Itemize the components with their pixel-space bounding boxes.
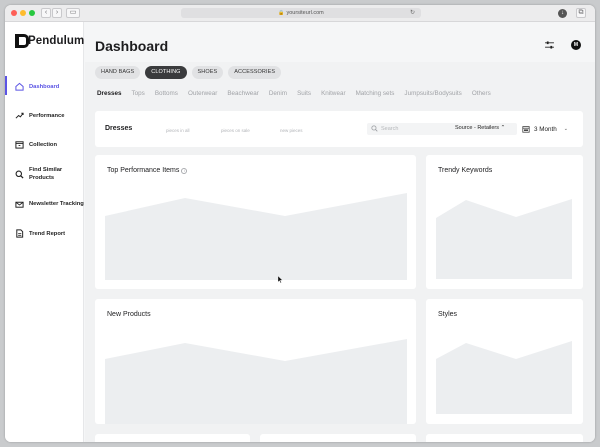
tab-accessories[interactable]: ACCESSORIES <box>228 66 282 79</box>
browser-toolbar: ‹ › ▭ 🔒 yoursiteurl.com ↻ ↓ ⧉ <box>5 5 595 22</box>
sidebar-item-label: Performance <box>29 112 65 119</box>
tab-suits[interactable]: Suits <box>297 90 311 97</box>
info-icon[interactable]: i <box>181 168 188 174</box>
lock-icon: 🔒 <box>278 10 285 16</box>
range-label: 3 Month <box>534 125 557 133</box>
tab-beachwear[interactable]: Beachwear <box>227 90 259 97</box>
summary-bar: Dresses pieces in all pieces on sale new… <box>95 111 583 147</box>
app-logo[interactable]: Pendulum <box>15 34 84 48</box>
source-label: Source - Retailers <box>455 125 500 131</box>
url-text: yoursiteurl.com <box>286 10 324 16</box>
sidebar-item-newsletter-tracking[interactable]: Newsletter Tracking <box>5 189 84 219</box>
mouse-cursor-icon <box>278 276 283 283</box>
document-icon <box>15 229 24 238</box>
tab-clothing[interactable]: CLOTHING <box>145 66 187 79</box>
tab-dresses[interactable]: Dresses <box>97 90 122 97</box>
tab-others[interactable]: Others <box>472 90 491 97</box>
sidebar-item-label: Trend Report <box>29 230 66 237</box>
card-partial <box>95 434 250 442</box>
tab-bottoms[interactable]: Bottoms <box>155 90 178 97</box>
search-icon <box>15 170 24 179</box>
sidebar-nav: Dashboard Performance Collection Find Si… <box>5 72 84 248</box>
new-products-card: New Products <box>95 299 416 424</box>
card-title: Styles <box>438 311 458 318</box>
category-tabs: HAND BAGS CLOTHING SHOES ACCESSORIES <box>95 66 282 79</box>
reload-icon[interactable]: ↻ <box>410 8 415 18</box>
stat-pieces-on-sale: pieces on sale <box>221 128 250 133</box>
tab-shoes[interactable]: SHOES <box>191 66 224 79</box>
top-performance-placeholder-chart <box>105 193 407 280</box>
tab-outerwear[interactable]: Outerwear <box>188 90 217 97</box>
sidebar-item-dashboard[interactable]: Dashboard <box>5 72 84 101</box>
search-input[interactable] <box>381 124 441 134</box>
styles-card: Styles <box>426 299 583 424</box>
subcategory-tabs: Dresses Tops Bottoms Outerwear Beachwear… <box>97 90 501 97</box>
app-name: Pendulum <box>28 35 85 47</box>
address-bar[interactable]: 🔒 yoursiteurl.com ↻ <box>181 8 421 18</box>
card-title: New Products <box>107 311 151 318</box>
tab-denim[interactable]: Denim <box>269 90 287 97</box>
home-icon <box>15 82 24 91</box>
forward-button[interactable]: › <box>52 8 62 18</box>
trendy-keywords-placeholder-chart <box>436 199 572 279</box>
trendy-keywords-card: Trendy Keywords <box>426 155 583 289</box>
sidebar-item-label: Dashboard <box>29 83 60 90</box>
stat-new-pieces: new pieces <box>280 128 303 133</box>
tab-hand-bags[interactable]: HAND BAGS <box>95 66 141 79</box>
sidebar-item-find-similar-products[interactable]: Find Similar Products <box>5 159 84 189</box>
stat-pieces-in-all: pieces in all <box>166 128 190 133</box>
sidebar: Pendulum Dashboard Performance Collectio… <box>5 22 84 442</box>
browser-window: ‹ › ▭ 🔒 yoursiteurl.com ↻ ↓ ⧉ Pendulum Da… <box>5 5 595 442</box>
avatar[interactable]: M <box>571 40 581 50</box>
range-dropdown[interactable]: 3 Month ⌄ <box>522 123 568 135</box>
minimize-window-button[interactable] <box>20 10 26 16</box>
tab-matching-sets[interactable]: Matching sets <box>356 90 395 97</box>
top-performance-card: Top Performance Items i <box>95 155 416 289</box>
sidebar-item-label: Newsletter Tracking <box>29 201 84 207</box>
card-partial <box>260 434 416 442</box>
pendulum-logo-icon <box>15 34 29 48</box>
main-content: Dashboard M HAND BAGS CLOTHING SHOES ACC… <box>85 22 595 442</box>
chevron-up-icon: ⌃ <box>500 125 506 131</box>
source-dropdown[interactable]: Source - Retailers ⌃ <box>455 125 505 131</box>
mail-icon <box>15 200 24 209</box>
trend-up-icon <box>15 111 24 120</box>
download-icon[interactable]: ↓ <box>558 9 567 18</box>
calendar-icon <box>522 126 530 133</box>
card-title: Top Performance Items i <box>107 167 188 174</box>
sliders-icon[interactable] <box>545 41 554 49</box>
sidebar-item-label: Find Similar Products <box>29 167 63 181</box>
chevron-down-icon: ⌄ <box>563 126 568 132</box>
back-button[interactable]: ‹ <box>41 8 51 18</box>
top-performance-title: Top Performance Items <box>107 167 180 174</box>
tabs-overview-icon[interactable]: ⧉ <box>576 8 586 18</box>
close-window-button[interactable] <box>11 10 17 16</box>
collection-icon <box>15 140 24 149</box>
tab-knitwear[interactable]: Knitwear <box>321 90 346 97</box>
maximize-window-button[interactable] <box>29 10 35 16</box>
page-title: Dashboard <box>95 38 169 54</box>
sidebar-toggle-icon[interactable]: ▭ <box>66 8 80 18</box>
sidebar-item-label: Collection <box>29 141 58 148</box>
sidebar-item-trend-report[interactable]: Trend Report <box>5 219 84 248</box>
card-partial <box>426 434 583 442</box>
sidebar-item-performance[interactable]: Performance <box>5 101 84 130</box>
tab-tops[interactable]: Tops <box>132 90 145 97</box>
card-title: Trendy Keywords <box>438 167 493 174</box>
tab-jumpsuits-bodysuits[interactable]: Jumpsuits/Bodysuits <box>404 90 461 97</box>
summary-title: Dresses <box>105 125 133 132</box>
sidebar-item-collection[interactable]: Collection <box>5 130 84 159</box>
search-icon <box>371 125 378 132</box>
